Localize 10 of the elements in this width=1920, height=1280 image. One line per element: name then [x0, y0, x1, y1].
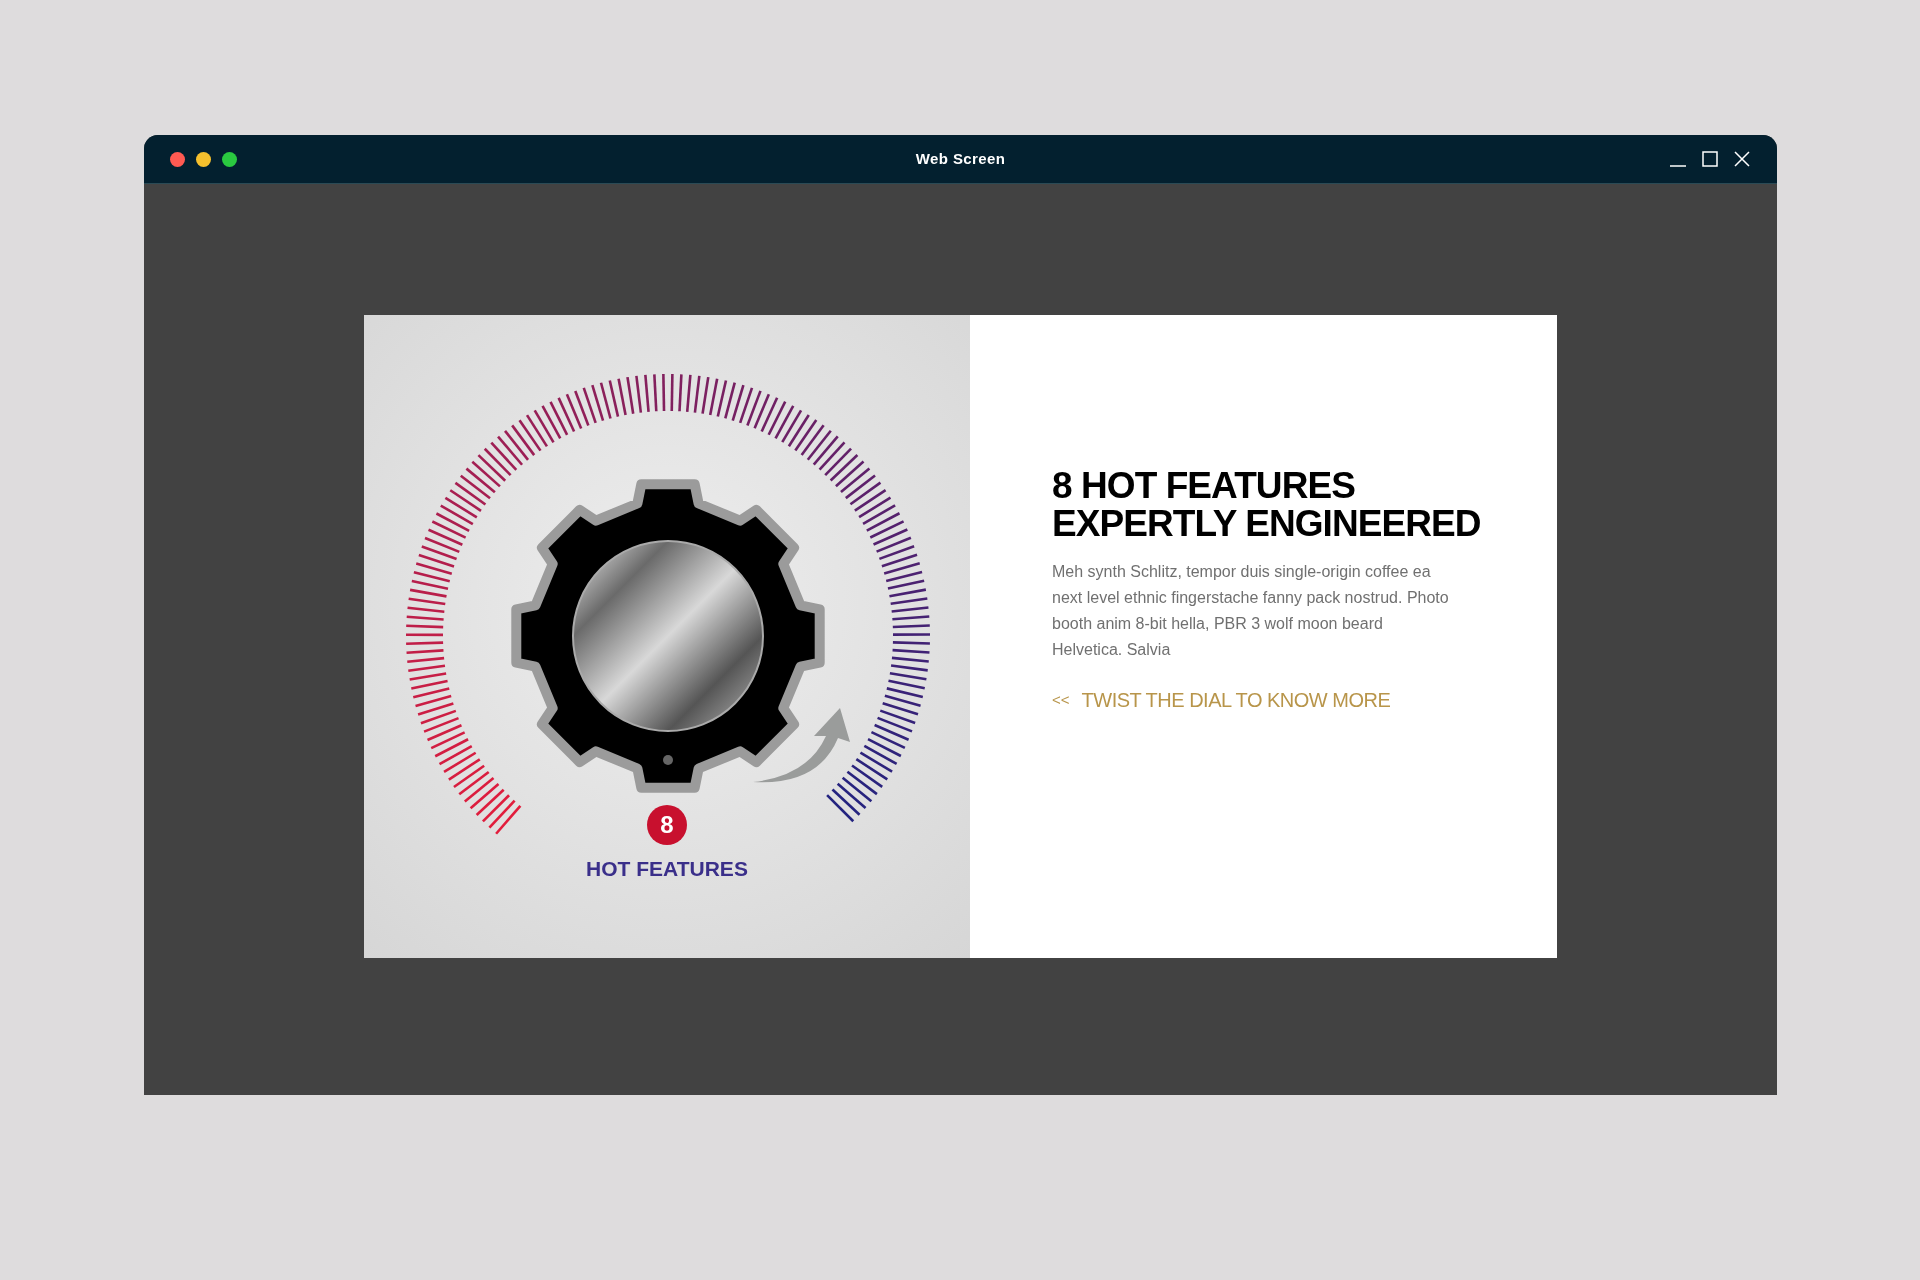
window-title: Web Screen	[915, 148, 1006, 169]
dial-label: HOT FEATURES	[586, 856, 748, 882]
link-text: TWIST THE DIAL TO KNOW MORE	[1081, 688, 1391, 713]
count-badge: 8	[647, 805, 687, 845]
description: Meh synth Schlitz, tempor duis single-origin coffee ea next level ethnic fingerstache fanny pack nostrud. Photo booth anim 8-bit hella, PBR 3 wolf moon beard Helvetica. Salvia	[1052, 562, 1450, 660]
chevrons-text: <<	[1052, 689, 1070, 710]
heading: 8 HOT FEATURES EXPERTLY ENGINEERED	[1052, 467, 1482, 543]
twist-dial-link[interactable]: << TWIST THE DIAL TO KNOW MORE	[1052, 685, 1557, 715]
close-icon[interactable]	[1733, 150, 1751, 168]
maximize-icon[interactable]	[1701, 150, 1719, 168]
